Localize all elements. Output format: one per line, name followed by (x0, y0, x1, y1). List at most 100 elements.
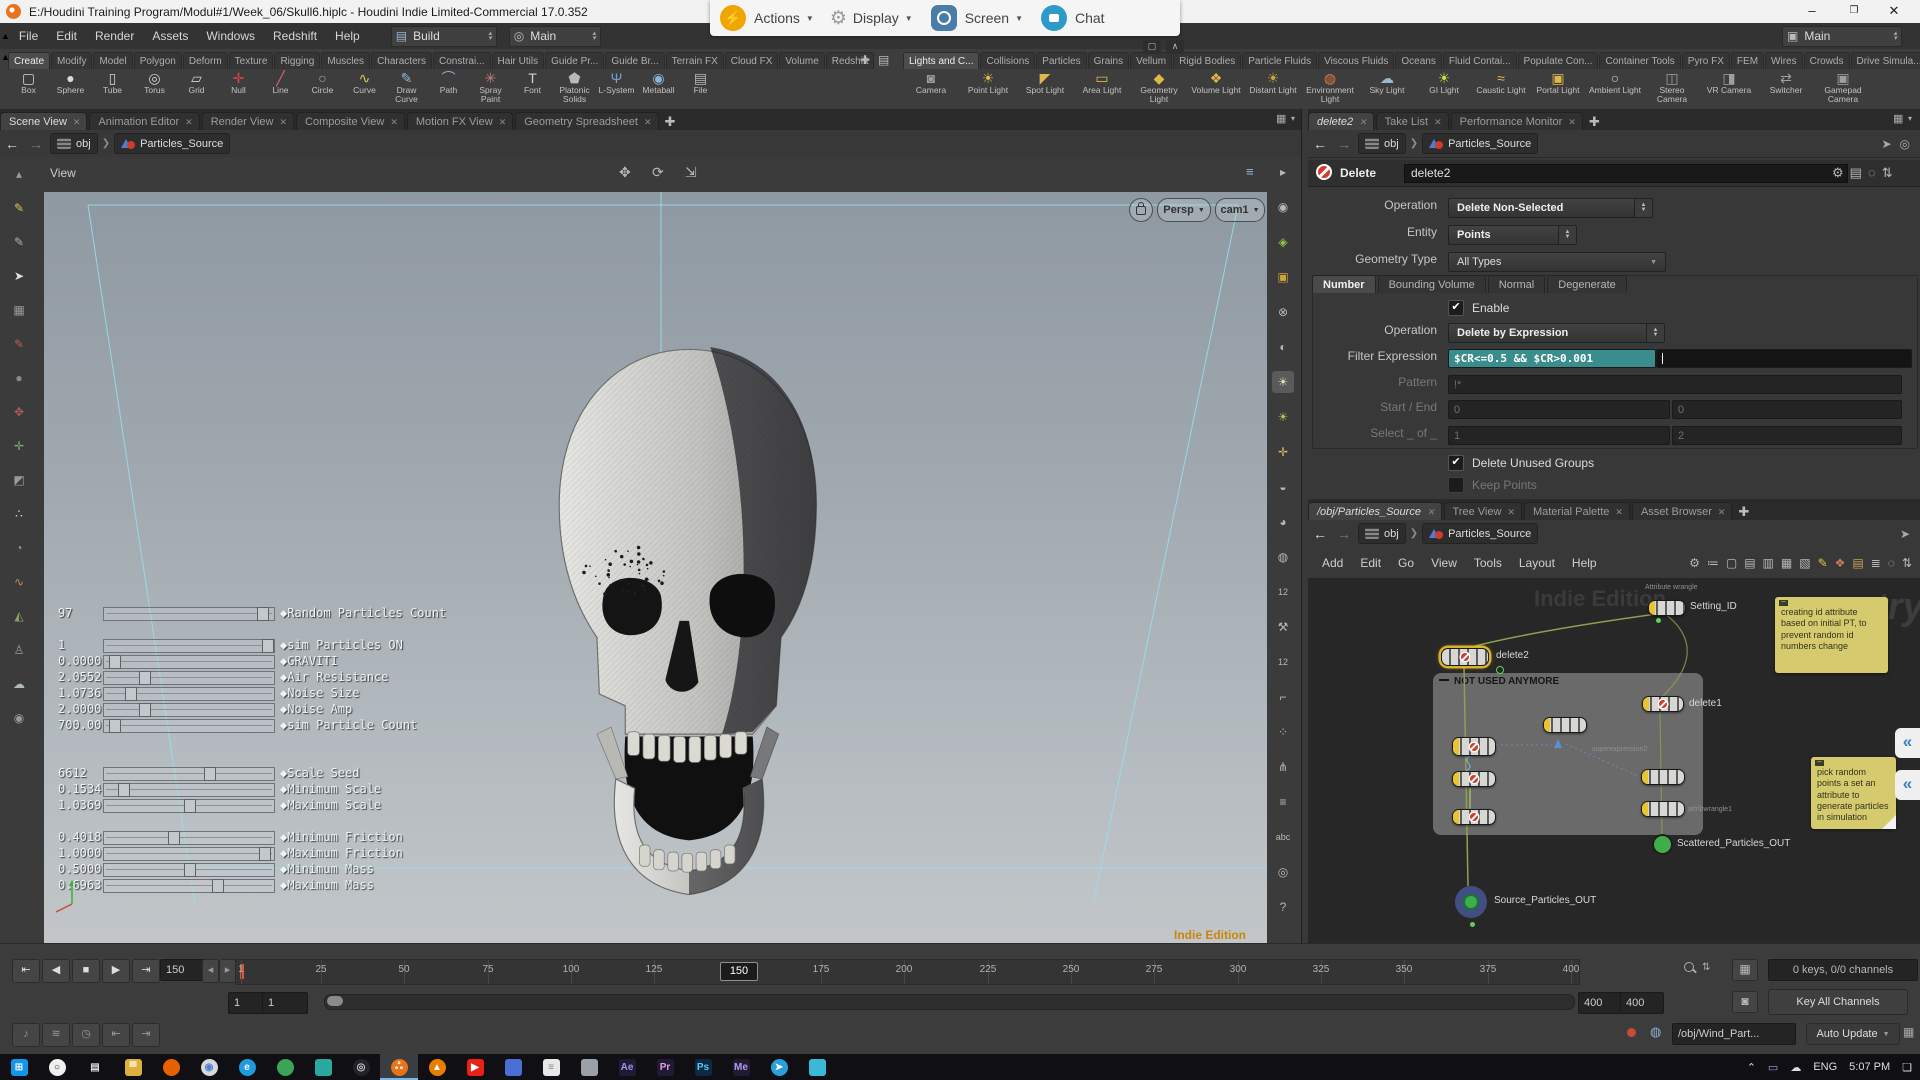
snap-scale-icon[interactable]: ⇲ (685, 164, 697, 181)
playhead[interactable]: 150 (720, 962, 758, 981)
menu-render[interactable]: Render (86, 29, 143, 43)
firefox[interactable] (152, 1054, 190, 1080)
current-frame-field[interactable]: 150 (160, 959, 206, 981)
sticky-note-2[interactable]: –pick random points a set an attribute t… (1811, 757, 1896, 829)
youtube[interactable]: ▶ (456, 1054, 494, 1080)
node-scattered-particles-out[interactable] (1652, 834, 1673, 855)
snap-move-icon[interactable]: ✥ (619, 164, 631, 181)
slider-track[interactable] (103, 703, 275, 717)
network-menu-go[interactable]: Go (1398, 556, 1414, 570)
shelf-tab-rigging[interactable]: Rigging (274, 52, 320, 69)
overlay-slider-noise-size[interactable]: 1.0736◆Noise Size (58, 686, 678, 701)
particles-tool-icon[interactable]: ∴ (8, 503, 30, 525)
node-wrangle-3[interactable] (1452, 771, 1496, 787)
shelf-tool-circle[interactable]: ○Circle (302, 70, 343, 108)
entity-spinner[interactable]: ▲▼ (1558, 225, 1577, 245)
node-wrangle-5[interactable] (1452, 809, 1496, 825)
menu-windows[interactable]: Windows (197, 29, 264, 43)
shelf-tool-environment-light[interactable]: ◍Environment Light (1302, 70, 1358, 108)
slider-track[interactable] (103, 607, 275, 621)
desktop-spinner[interactable]: ▴▾ (488, 31, 492, 41)
find-icon[interactable]: ◌ (1888, 556, 1895, 570)
expand-icon[interactable]: ⇅ (1882, 165, 1893, 181)
shelf-tab-polygon[interactable]: Polygon (134, 52, 182, 69)
shelf-tab-characters[interactable]: Characters (371, 52, 432, 69)
shelf-tool-torus[interactable]: ◎Torus (134, 70, 175, 108)
slider-handle[interactable] (168, 831, 180, 845)
param-tab-take-list[interactable]: Take List✕ (1376, 112, 1449, 130)
language-indicator[interactable]: ENG (1813, 1061, 1837, 1073)
scene-tab-composite-view[interactable]: Composite View✕ (296, 112, 405, 130)
overlay-slider-minimum-mass[interactable]: 0.5000◆Minimum Mass (58, 862, 678, 877)
node-delete1[interactable] (1642, 696, 1684, 712)
help-icon[interactable]: ? (1272, 896, 1294, 918)
auto-update-dropdown[interactable]: Auto Update▼ (1806, 1023, 1900, 1045)
search-icon[interactable]: ◌ (1868, 165, 1876, 181)
overlay-slider-graviti[interactable]: 0.0000◆GRAVITI (58, 654, 678, 669)
camera-tool-icon[interactable]: ◉ (8, 707, 30, 729)
shelf-tool-sphere[interactable]: ●Sphere (50, 70, 91, 108)
keep-points-checkbox[interactable] (1448, 477, 1464, 493)
app-cyan[interactable] (798, 1054, 836, 1080)
network-tab-asset-browser[interactable]: Asset Browser✕ (1632, 502, 1732, 520)
operation-spinner[interactable]: ▲▼ (1634, 198, 1653, 218)
node-source-particles-out[interactable] (1463, 894, 1479, 910)
snap-rotate-icon[interactable]: ⟳ (652, 164, 664, 181)
entity-dropdown[interactable]: Points (1448, 225, 1566, 245)
point-grid-icon[interactable]: ⁘ (1272, 721, 1294, 743)
param-new-tab-icon[interactable]: ✚ (1589, 114, 1600, 130)
network-menu-help[interactable]: Help (1572, 556, 1597, 570)
vlc[interactable]: ▲ (418, 1054, 456, 1080)
step-back-icon[interactable]: ⇤ (102, 1023, 130, 1047)
pane-layout-icon-2[interactable]: ▦ (1893, 112, 1903, 125)
filter-tab-degenerate[interactable]: Degenerate (1547, 275, 1627, 293)
point-numbers-icon[interactable]: 12 (1272, 581, 1294, 603)
network-menu-tools[interactable]: Tools (1474, 556, 1502, 570)
text-overlay-icon[interactable]: abc (1272, 826, 1294, 848)
hair-tool-icon[interactable]: ∿ (8, 571, 30, 593)
shelf-tool-tube[interactable]: ▯Tube (92, 70, 133, 108)
scene-tab-motion-fx-view[interactable]: Motion FX View✕ (407, 112, 513, 130)
shelf-tab-modify[interactable]: Modify (51, 52, 92, 69)
param-tab-delete2[interactable]: delete2✕ (1308, 112, 1374, 130)
slider-handle[interactable] (259, 847, 271, 861)
back-icon[interactable]: ← (5, 136, 19, 152)
node-delete2[interactable] (1441, 648, 1489, 666)
sim-cache-icon[interactable]: ≋ (42, 1023, 70, 1047)
enable-checkbox[interactable]: ✔ (1448, 300, 1464, 316)
of-field[interactable]: 2 (1672, 426, 1902, 445)
desktop-selector[interactable]: ▤ Build ▴▾ (391, 26, 497, 47)
shelf-tab-container-tools[interactable]: Container Tools (1599, 52, 1680, 69)
shelf-tool-draw-curve[interactable]: ✎Draw Curve (386, 70, 427, 108)
shelf-tool-ambient-light[interactable]: ○Ambient Light (1587, 70, 1643, 108)
shelf-tool-path[interactable]: ⌒Path (428, 70, 469, 108)
app-gray[interactable] (570, 1054, 608, 1080)
app-blue[interactable] (494, 1054, 532, 1080)
keyframe-options-icon[interactable]: ▦ (1732, 959, 1758, 981)
camera-key-icon[interactable]: ◙ (1732, 991, 1758, 1013)
tray-icon-1[interactable]: ▭ (1768, 1061, 1778, 1074)
pin-icon-2[interactable]: ➤ (1881, 137, 1891, 151)
slider-track[interactable] (103, 879, 275, 893)
slider-handle[interactable] (118, 783, 130, 797)
sort-icon[interactable]: ≡ (1246, 164, 1254, 179)
slider-handle[interactable] (109, 719, 121, 733)
realtime-icon[interactable]: ◷ (72, 1023, 100, 1047)
minimize-button[interactable]: – (1794, 0, 1830, 23)
shelf-tab-particles[interactable]: Particles (1036, 52, 1086, 69)
network-menu-layout[interactable]: Layout (1519, 556, 1555, 570)
node-name-field[interactable]: delete2 (1404, 164, 1848, 183)
path-root-chip-3[interactable]: obj (1358, 523, 1406, 544)
app-green[interactable] (266, 1054, 304, 1080)
shelf-tool-gamepad-camera[interactable]: ▣Gamepad Camera (1815, 70, 1871, 108)
note-collapse-icon-2[interactable]: – (1815, 760, 1824, 766)
slider-handle[interactable] (212, 879, 224, 893)
overlay-slider-scale-seed[interactable]: 6612◆Scale Seed (58, 766, 678, 781)
shelf-tab-drive-simula-[interactable]: Drive Simula... (1851, 52, 1920, 69)
close-icon[interactable]: ✕ (644, 117, 652, 128)
list-icon[interactable]: ≔ (1707, 556, 1719, 570)
chat-button[interactable]: Chat (1075, 10, 1105, 26)
node-setting-id[interactable] (1648, 600, 1686, 616)
task-view-button[interactable]: ▤ (76, 1054, 114, 1080)
frame-ruler[interactable]: 150 125507510012517520022525027530032535… (235, 959, 1580, 985)
